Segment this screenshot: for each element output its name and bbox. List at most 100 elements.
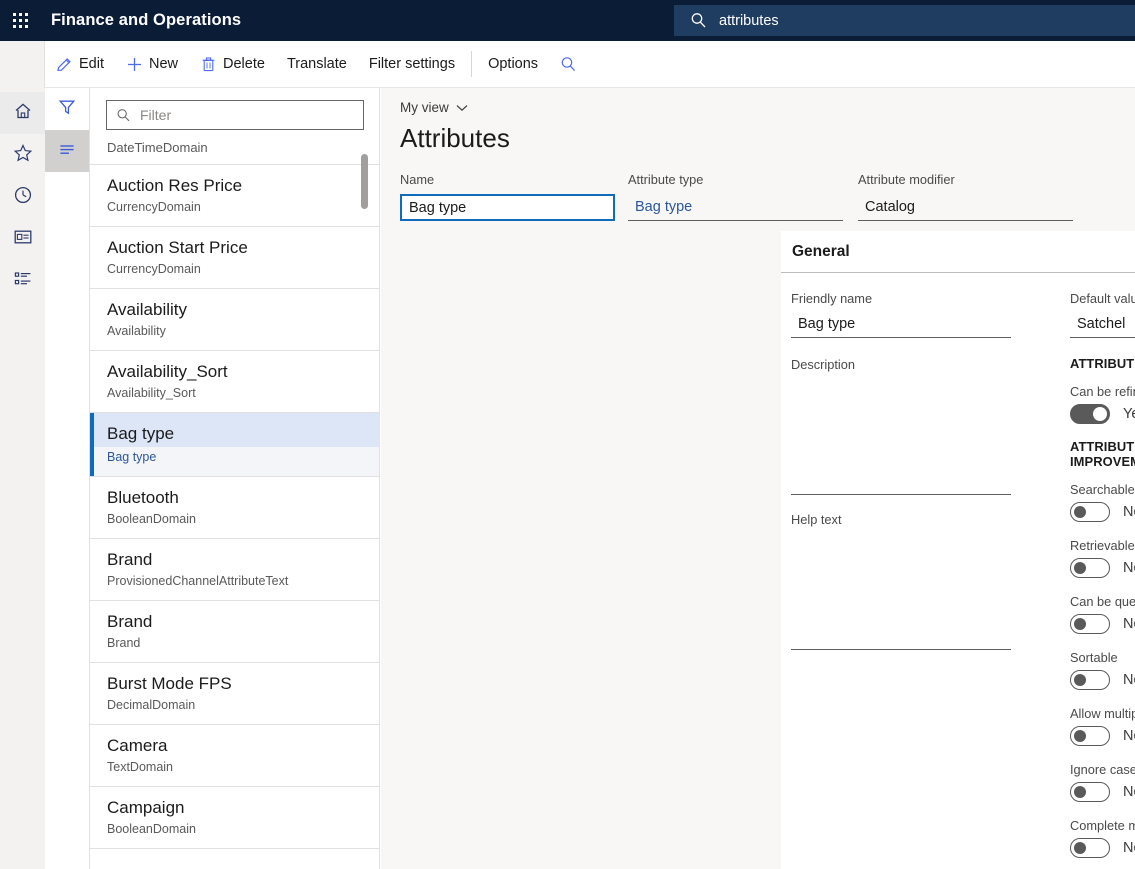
attribute-list-panel: DateTimeDomain Auction Res PriceCurrency…	[90, 88, 380, 869]
toggle-switch[interactable]	[1070, 838, 1110, 858]
list-item[interactable]: BrandProvisionedChannelAttributeText	[90, 539, 379, 601]
list-item-title: Burst Mode FPS	[107, 672, 362, 696]
workspace-icon	[13, 227, 33, 252]
search-icon	[116, 108, 131, 123]
friendly-name-label: Friendly name	[791, 290, 1059, 307]
general-section-header[interactable]: General	[781, 232, 1135, 273]
app-launcher-icon[interactable]	[0, 0, 41, 41]
list-item[interactable]: CameraTextDomain	[90, 725, 379, 787]
sidebar-item-home[interactable]	[0, 92, 45, 134]
nav-rail	[0, 88, 45, 869]
list-item[interactable]: Availability_SortAvailability_Sort	[90, 351, 379, 413]
toggle-knob	[1074, 506, 1086, 518]
list-item[interactable]: Auction Start PriceCurrencyDomain	[90, 227, 379, 289]
toggle-row: Allow multiple valuesNo	[1070, 705, 1135, 746]
filter-box[interactable]	[106, 100, 364, 130]
home-icon	[13, 101, 33, 126]
list-item-partial-subtitle: DateTimeDomain	[90, 134, 379, 165]
sidebar-item-recent[interactable]	[0, 176, 45, 218]
toggle-knob	[1074, 786, 1086, 798]
description-input[interactable]	[791, 377, 1011, 495]
list-item-subtitle: Availability_Sort	[107, 385, 362, 402]
toggle-label: Allow multiple values	[1070, 705, 1135, 722]
filter-rail	[45, 88, 90, 869]
list-item[interactable]: Auction Res PriceCurrencyDomain	[90, 165, 379, 227]
toggle-knob	[1074, 674, 1086, 686]
list-item[interactable]: BrandBrand	[90, 601, 379, 663]
view-selector[interactable]: My view	[381, 88, 468, 115]
name-input[interactable]: Bag type	[400, 194, 615, 221]
toggle-state-label: No	[1123, 616, 1135, 632]
edit-button[interactable]: Edit	[45, 41, 115, 88]
attribute-modifier-input[interactable]: Catalog	[858, 194, 1073, 221]
command-buttons: Edit New Delete Translate Filter setting…	[45, 41, 588, 88]
filter-settings-button[interactable]: Filter settings	[358, 41, 466, 88]
list-item[interactable]: CampaignBooleanDomain	[90, 787, 379, 849]
attribute-type-field-group: Attribute type Bag type	[628, 171, 858, 221]
toggle-label: Sortable	[1070, 649, 1135, 666]
translate-button[interactable]: Translate	[276, 41, 358, 88]
toggle-row: Searchable No	[1070, 481, 1135, 522]
toggle-switch[interactable]	[1070, 782, 1110, 802]
global-search-box[interactable]: attributes	[674, 5, 1135, 36]
name-field-group: Name Bag type	[400, 171, 628, 221]
friendly-name-input[interactable]: Bag type	[791, 311, 1011, 338]
list-item-subtitle: CurrencyDomain	[107, 261, 362, 278]
list-scrollbar-thumb[interactable]	[361, 154, 368, 209]
global-search-value: attributes	[719, 13, 779, 29]
list-item-title: Brand	[107, 610, 362, 634]
plus-icon	[126, 56, 143, 73]
help-text-input[interactable]	[791, 532, 1011, 650]
sidebar-item-favorites[interactable]	[0, 134, 45, 176]
command-search-button[interactable]	[549, 41, 588, 88]
toggle-switch[interactable]	[1070, 502, 1110, 522]
help-text-label: Help text	[791, 511, 1059, 528]
attribute-modifier-label: Attribute modifier	[858, 171, 1073, 188]
toggle-line: No	[1070, 838, 1135, 858]
list-pane-toggle[interactable]	[45, 130, 89, 172]
default-value-label: Default value	[1070, 290, 1135, 307]
filter-settings-button-label: Filter settings	[369, 56, 455, 72]
list-item[interactable]: Burst Mode FPSDecimalDomain	[90, 663, 379, 725]
filter-pane-toggle[interactable]	[45, 88, 89, 130]
toggle-line: No	[1070, 670, 1135, 690]
search-icon	[560, 56, 577, 73]
list-modules-icon	[13, 269, 33, 294]
options-button[interactable]: Options	[477, 41, 549, 88]
options-button-label: Options	[488, 56, 538, 72]
commerce-toggle-group: Can be refinedYes	[1070, 383, 1135, 424]
attribute-type-label: Attribute type	[628, 171, 858, 188]
toggle-row: Ignore case and format No	[1070, 761, 1135, 802]
toggle-line: No	[1070, 502, 1135, 522]
new-button[interactable]: New	[115, 41, 189, 88]
toggle-switch[interactable]	[1070, 726, 1110, 746]
sidebar-item-modules[interactable]	[0, 260, 45, 302]
toggle-label: Ignore case and format	[1070, 761, 1135, 778]
toggle-switch[interactable]	[1070, 614, 1110, 634]
toggle-line: No	[1070, 614, 1135, 634]
list-item[interactable]: BluetoothBooleanDomain	[90, 477, 379, 539]
list-item[interactable]: Bag typeBag type	[90, 413, 379, 477]
toggle-row: Sortable No	[1070, 649, 1135, 690]
default-value-input[interactable]: Satchel	[1070, 311, 1135, 338]
list-item[interactable]: AvailabilityAvailability	[90, 289, 379, 351]
toggle-state-label: No	[1123, 560, 1135, 576]
toggle-label: Complete match	[1070, 817, 1135, 834]
toggle-state-label: No	[1123, 784, 1135, 800]
list-item-title: Auction Start Price	[107, 236, 362, 260]
toggle-switch[interactable]	[1070, 558, 1110, 578]
toggle-switch[interactable]	[1070, 670, 1110, 690]
app-title: Finance and Operations	[51, 11, 241, 30]
filter-input[interactable]	[138, 106, 354, 124]
sidebar-item-workspaces[interactable]	[0, 218, 45, 260]
trash-icon	[200, 56, 217, 73]
new-button-label: New	[149, 56, 178, 72]
attribute-type-link[interactable]: Bag type	[628, 194, 843, 221]
toggle-row: Can be refinedYes	[1070, 383, 1135, 424]
toggle-label: Searchable	[1070, 481, 1135, 498]
list-item-subtitle: Availability	[107, 323, 362, 340]
toggle-switch[interactable]	[1070, 404, 1110, 424]
list-item-subtitle: TextDomain	[107, 759, 362, 776]
delete-button[interactable]: Delete	[189, 41, 276, 88]
toggle-knob	[1074, 842, 1086, 854]
